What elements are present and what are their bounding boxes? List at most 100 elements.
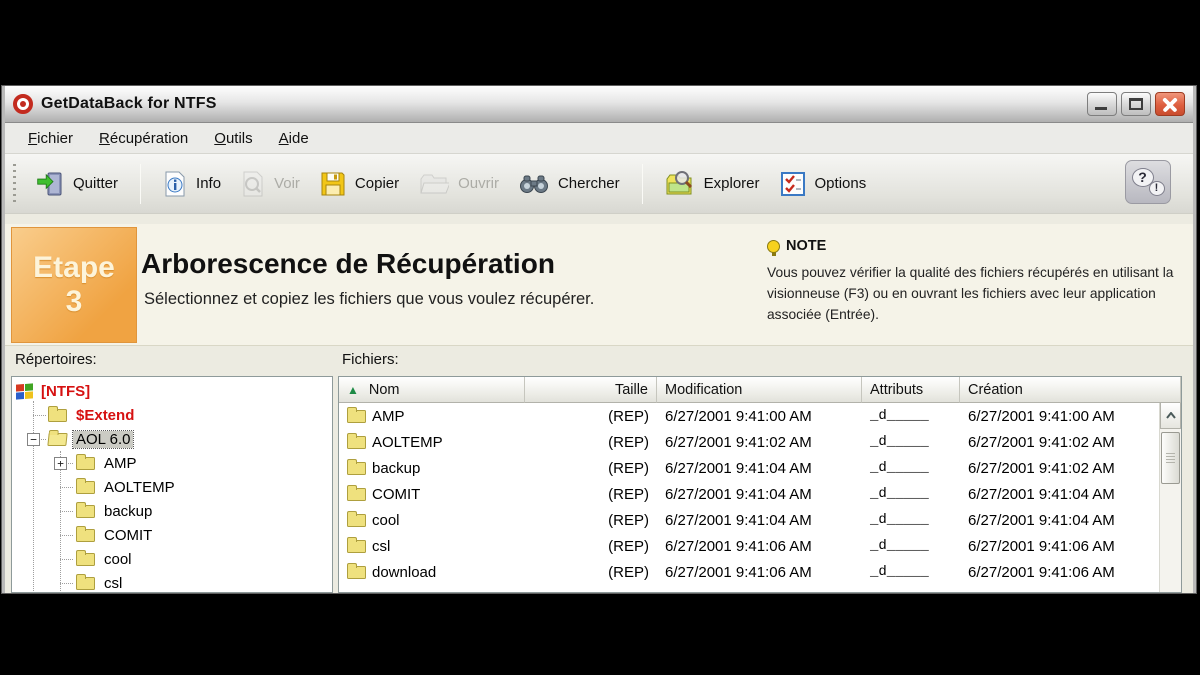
column-header-attributs[interactable]: Attributs [862, 377, 960, 403]
ouvrir-button[interactable]: Ouvrir [409, 165, 509, 203]
note-text: Vous pouvez vérifier la qualité des fich… [767, 262, 1187, 325]
file-row-comit[interactable]: COMIT (REP) 6/27/2001 9:41:04 AM _d_____… [339, 481, 1159, 507]
copier-label: Copier [355, 175, 399, 192]
minimize-button[interactable] [1087, 92, 1117, 116]
file-row-backup[interactable]: backup (REP) 6/27/2001 9:41:04 AM _d____… [339, 455, 1159, 481]
tree-item-extend[interactable]: $Extend [12, 403, 332, 427]
folder-icon [48, 409, 67, 422]
page-title: Arborescence de Récupération [141, 248, 555, 280]
exit-door-icon [36, 171, 64, 197]
lightbulb-icon [767, 240, 780, 253]
folder-icon [76, 529, 95, 542]
scroll-up-icon [1166, 412, 1176, 419]
toolbar: Quitter Info Voir [5, 154, 1193, 214]
folder-icon [76, 577, 95, 590]
file-row-download[interactable]: download (REP) 6/27/2001 9:41:06 AM _d__… [339, 559, 1159, 585]
step-number: 3 [66, 285, 83, 320]
folder-icon [347, 566, 366, 579]
menu-fichier[interactable]: Fichier [15, 126, 86, 151]
folder-icon [347, 514, 366, 527]
app-window: GetDataBack for NTFS Fichier Récupératio… [2, 86, 1196, 593]
windows-logo-icon [16, 383, 33, 399]
vertical-scrollbar[interactable] [1159, 403, 1181, 592]
column-header-taille[interactable]: Taille [525, 377, 657, 403]
directory-tree: [NTFS] $Extend − AOL 6.0 + AMP [12, 377, 332, 592]
info-button[interactable]: Info [153, 165, 231, 203]
folder-icon [347, 410, 366, 423]
step-word: Etape [33, 251, 115, 286]
tree-item-comit[interactable]: COMIT [12, 523, 332, 547]
menu-aide[interactable]: Aide [266, 126, 322, 151]
column-header-modification[interactable]: Modification [657, 377, 862, 403]
explorer-folder-icon [665, 170, 695, 198]
folder-icon [76, 457, 95, 470]
collapse-icon[interactable]: − [27, 433, 40, 446]
maximize-icon [1129, 98, 1143, 110]
scroll-up-button[interactable] [1160, 403, 1181, 429]
view-document-icon [241, 171, 265, 197]
files-panel: ▲ Nom Taille Modification Attributs Créa… [338, 376, 1182, 593]
options-checklist-icon [780, 171, 806, 197]
files-label: Fichiers: [342, 351, 399, 368]
ouvrir-label: Ouvrir [458, 175, 499, 192]
expand-icon[interactable]: + [54, 457, 67, 470]
column-header-creation[interactable]: Création [960, 377, 1181, 403]
close-button[interactable] [1155, 92, 1185, 116]
copier-button[interactable]: Copier [310, 165, 409, 203]
file-row-cool[interactable]: cool (REP) 6/27/2001 9:41:04 AM _d_____ … [339, 507, 1159, 533]
open-folder-icon [419, 171, 449, 197]
tree-item-aoltemp[interactable]: AOLTEMP [12, 475, 332, 499]
folder-icon [347, 488, 366, 501]
help-exclaim-icon: ! [1149, 181, 1165, 196]
scrollbar-thumb[interactable] [1161, 432, 1180, 484]
toolbar-separator [140, 164, 141, 204]
folder-icon [347, 436, 366, 449]
file-row-aoltemp[interactable]: AOLTEMP (REP) 6/27/2001 9:41:02 AM _d___… [339, 429, 1159, 455]
toolbar-grip[interactable] [13, 164, 16, 204]
file-list: AMP (REP) 6/27/2001 9:41:00 AM _d_____ 6… [339, 403, 1159, 592]
tree-item-csl[interactable]: csl [12, 571, 332, 593]
folder-icon [347, 462, 366, 475]
folder-icon [76, 481, 95, 494]
info-label: Info [196, 175, 221, 192]
tree-item-aol60[interactable]: − AOL 6.0 [12, 427, 332, 451]
tree-item-cool[interactable]: cool [12, 547, 332, 571]
menu-bar: Fichier Récupération Outils Aide [5, 123, 1193, 154]
directories-label: Répertoires: [15, 351, 97, 368]
menu-recuperation[interactable]: Récupération [86, 126, 201, 151]
info-document-icon [163, 171, 187, 197]
note-label: NOTE [786, 238, 826, 254]
chercher-button[interactable]: Chercher [509, 166, 630, 202]
title-bar: GetDataBack for NTFS [5, 86, 1193, 123]
binoculars-icon [519, 172, 549, 196]
tree-item-amp[interactable]: + AMP [12, 451, 332, 475]
voir-button[interactable]: Voir [231, 165, 310, 203]
directory-tree-panel: [NTFS] $Extend − AOL 6.0 + AMP [11, 376, 333, 593]
column-header-nom[interactable]: ▲ Nom [339, 377, 525, 403]
chercher-label: Chercher [558, 175, 620, 192]
tree-item-backup[interactable]: backup [12, 499, 332, 523]
minimize-icon [1095, 107, 1107, 110]
menu-outils[interactable]: Outils [201, 126, 265, 151]
folder-icon [76, 553, 95, 566]
help-button[interactable]: ? ! [1125, 160, 1171, 204]
maximize-button[interactable] [1121, 92, 1151, 116]
folder-icon [76, 505, 95, 518]
step-box: Etape 3 [11, 227, 137, 343]
page-subtitle: Sélectionnez et copiez les fichiers que … [144, 290, 594, 309]
app-icon [13, 94, 33, 114]
table-header: ▲ Nom Taille Modification Attributs Créa… [339, 377, 1181, 403]
voir-label: Voir [274, 175, 300, 192]
options-button[interactable]: Options [770, 165, 877, 203]
quitter-label: Quitter [73, 175, 118, 192]
window-title: GetDataBack for NTFS [41, 95, 217, 113]
tree-item-ntfs-root[interactable]: [NTFS] [12, 379, 332, 403]
file-row-amp[interactable]: AMP (REP) 6/27/2001 9:41:00 AM _d_____ 6… [339, 403, 1159, 429]
explorer-button[interactable]: Explorer [655, 164, 770, 204]
options-label: Options [815, 175, 867, 192]
step-banner: Etape 3 Arborescence de Récupération Sél… [5, 224, 1193, 346]
floppy-disk-icon [320, 171, 346, 197]
quitter-button[interactable]: Quitter [26, 165, 128, 203]
sort-ascending-icon: ▲ [347, 383, 359, 397]
file-row-csl[interactable]: csl (REP) 6/27/2001 9:41:06 AM _d_____ 6… [339, 533, 1159, 559]
